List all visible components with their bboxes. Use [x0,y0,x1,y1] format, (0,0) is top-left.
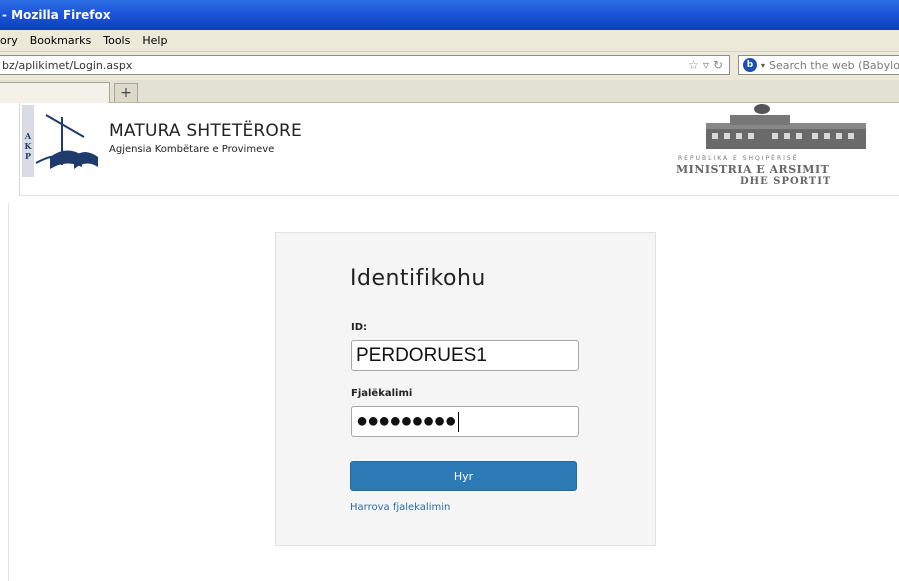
ministry-country-line: REPUBLIKA E SHQIPËRISË [678,155,799,162]
menu-item-tools[interactable]: Tools [103,34,130,47]
search-dropdown-icon[interactable]: ▾ [761,61,765,70]
password-value: ●●●●●●●●● [356,410,457,432]
menu-item-help[interactable]: Help [142,34,167,47]
window-titlebar: - Mozilla Firefox [0,0,899,30]
reload-icon[interactable]: ↻ [713,58,723,72]
tab-bar: + [0,80,899,103]
search-placeholder: Search the web (Babylo [769,58,899,72]
login-button[interactable]: Hyr [350,461,577,491]
password-input[interactable]: ●●●●●●●●● [351,406,579,437]
window-title: - Mozilla Firefox [2,8,111,22]
url-bar[interactable]: bz/aplikimet/Login.aspx ☆ ▿ ↻ [0,55,730,75]
login-button-label: Hyr [453,469,474,483]
site-subtitle: Agjensia Kombëtare e Provimeve [109,144,275,155]
password-label: Fjalëkalimi [351,388,413,399]
text-caret [457,411,459,432]
bookmark-star-icon[interactable]: ☆ [688,58,699,72]
logo-letter-a: A [24,131,32,141]
plus-icon: + [120,85,132,101]
logo-letter-p: P [25,151,31,161]
ministry-name-line1: MINISTRIA E ARSIMIT [676,163,830,176]
akp-logo-icon: A K P [22,105,98,177]
logo-letter-k: K [25,141,33,151]
site-title: MATURA SHTETËRORE [109,121,302,141]
header-left-divider [19,103,20,195]
login-heading: Identifikohu [350,266,486,291]
menu-item-bookmarks[interactable]: Bookmarks [30,34,91,47]
search-engine-icon[interactable]: b [743,58,757,72]
url-text: bz/aplikimet/Login.aspx [2,58,133,72]
id-label: ID: [351,322,368,333]
header-divider [19,195,899,196]
id-value: PERDORUES1 [356,344,487,366]
ministry-name-line2: DHE SPORTIT [740,176,832,187]
tab-active[interactable] [0,82,110,103]
search-box[interactable]: b ▾ Search the web (Babylo [738,55,899,75]
menu-bar: ory Bookmarks Tools Help [0,30,899,52]
page-left-border [8,203,9,581]
forgot-password-link[interactable]: Harrova fjalekalimin [350,502,450,513]
page-content: A K P MATURA SHTETËRORE Agjensia Kombëta… [0,103,899,581]
new-tab-button[interactable]: + [114,83,138,102]
navigation-toolbar: bz/aplikimet/Login.aspx ☆ ▿ ↻ b ▾ Search… [0,52,899,80]
login-card: Identifikohu ID: PERDORUES1 Fjalëkalimi … [275,232,656,546]
menu-item-history[interactable]: ory [0,34,18,47]
history-dropdown-icon[interactable]: ▿ [703,58,709,72]
id-input[interactable]: PERDORUES1 [351,340,579,371]
